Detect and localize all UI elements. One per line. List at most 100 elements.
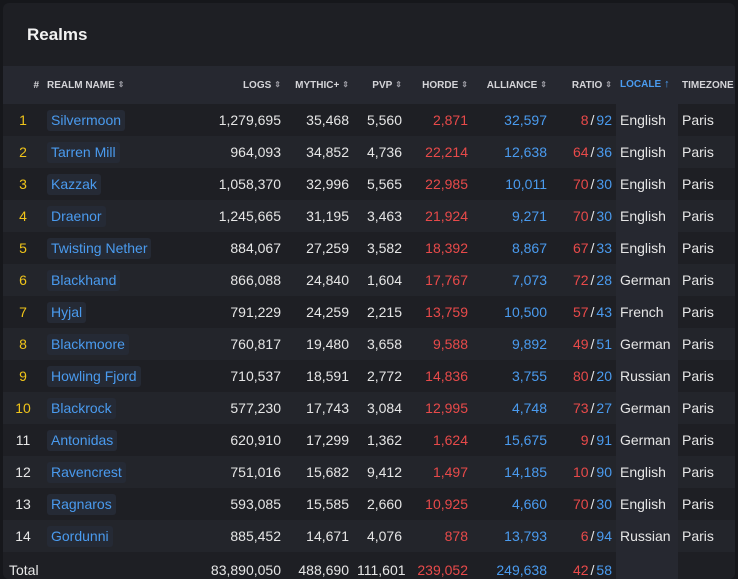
ratio-horde: 70 xyxy=(572,176,589,192)
ratio-alliance: 92 xyxy=(596,112,612,128)
realm-link[interactable]: Ragnaros xyxy=(47,493,116,515)
timezone-cell: Paris xyxy=(682,368,714,384)
realm-link[interactable]: Howling Fjord xyxy=(47,365,141,387)
realm-name-cell: Blackrock xyxy=(43,392,203,424)
locale-cell: English xyxy=(616,168,678,200)
timezone-cell: Paris xyxy=(682,176,714,192)
ratio-cell: 70/30 xyxy=(572,496,612,512)
pvp-cell: 1,604 xyxy=(366,272,402,288)
realm-link[interactable]: Ravencrest xyxy=(47,461,126,483)
ratio-horde: 8 xyxy=(580,112,589,128)
pvp-cell: 5,565 xyxy=(366,176,402,192)
realm-link[interactable]: Antonidas xyxy=(47,429,118,451)
ratio-cell: 6/94 xyxy=(580,528,612,544)
header-alliance[interactable]: ALLIANCE ⇕ xyxy=(472,66,551,104)
logs-cell: 1,279,695 xyxy=(218,112,281,128)
total-label: Total xyxy=(9,562,39,578)
ratio-horde: 6 xyxy=(580,528,589,544)
logs-cell: 866,088 xyxy=(230,272,281,288)
horde-cell: 14,836 xyxy=(425,368,468,384)
realm-link[interactable]: Blackrock xyxy=(47,397,116,419)
locale-cell: Russian xyxy=(616,360,678,392)
header-realm-name[interactable]: REALM NAME ⇕ xyxy=(43,66,203,104)
pvp-cell: 2,660 xyxy=(366,496,402,512)
alliance-cell: 9,271 xyxy=(511,208,547,224)
alliance-cell: 9,892 xyxy=(511,336,547,352)
header-rank[interactable]: # xyxy=(3,66,43,104)
realm-link[interactable]: Twisting Nether xyxy=(47,237,152,259)
mythic-cell: 24,259 xyxy=(306,304,349,320)
ratio-cell: 8/92 xyxy=(580,112,612,128)
locale-cell: English xyxy=(616,456,678,488)
ratio-alliance: 30 xyxy=(596,208,612,224)
table-row: 8 Blackmoore 760,817 19,480 3,658 9,588 9,892 4… xyxy=(3,328,735,360)
realm-link[interactable]: Blackhand xyxy=(47,269,121,291)
table-row: 10 Blackrock 577,230 17,743 3,084 12,995 4,748… xyxy=(3,392,735,424)
ratio-cell: 9/91 xyxy=(580,432,612,448)
header-logs[interactable]: LOGS ⇕ xyxy=(203,66,285,104)
ratio-cell: 70/30 xyxy=(572,208,612,224)
realm-name-cell: Antonidas xyxy=(43,424,203,456)
timezone-cell: Paris xyxy=(682,144,714,160)
logs-cell: 964,093 xyxy=(230,144,281,160)
total-logs: 83,890,050 xyxy=(210,562,281,578)
header-locale[interactable]: LOCALE ↑ xyxy=(616,66,678,104)
alliance-cell: 8,867 xyxy=(511,240,547,256)
mythic-cell: 15,585 xyxy=(306,496,349,512)
pvp-cell: 9,412 xyxy=(366,464,402,480)
total-row: Total 83,890,050 488,690 111,601 239,052… xyxy=(3,552,735,579)
alliance-cell: 32,597 xyxy=(504,112,547,128)
locale-cell: English xyxy=(616,104,678,136)
logs-cell: 620,910 xyxy=(230,432,281,448)
realm-link[interactable]: Kazzak xyxy=(47,173,101,195)
alliance-cell: 3,755 xyxy=(511,368,547,384)
rank-cell: 2 xyxy=(19,144,27,160)
total-mythic: 488,690 xyxy=(298,562,349,578)
locale-cell: German xyxy=(616,264,678,296)
realm-link[interactable]: Silvermoon xyxy=(47,109,126,131)
mythic-cell: 17,743 xyxy=(306,400,349,416)
locale-cell: German xyxy=(616,424,678,456)
mythic-cell: 19,480 xyxy=(306,336,349,352)
realm-name-cell: Blackmoore xyxy=(43,328,203,360)
ratio-horde: 64 xyxy=(572,144,589,160)
rank-cell: 5 xyxy=(19,240,27,256)
ratio-horde: 70 xyxy=(572,208,589,224)
header-timezone[interactable]: TIMEZONE⇕ xyxy=(678,66,735,104)
sort-icon: ⇕ xyxy=(395,79,402,89)
mythic-cell: 17,299 xyxy=(306,432,349,448)
pvp-cell: 1,362 xyxy=(366,432,402,448)
alliance-cell: 10,011 xyxy=(505,176,547,192)
realm-link[interactable]: Gordunni xyxy=(47,525,113,547)
locale-cell: German xyxy=(616,392,678,424)
realm-link[interactable]: Draenor xyxy=(47,205,106,227)
horde-cell: 878 xyxy=(444,528,468,544)
logs-cell: 884,067 xyxy=(230,240,281,256)
realm-link[interactable]: Hyjal xyxy=(47,301,87,323)
ratio-alliance: 43 xyxy=(596,304,612,320)
ratio-horde: 67 xyxy=(572,240,589,256)
alliance-cell: 15,675 xyxy=(504,432,547,448)
horde-cell: 10,925 xyxy=(425,496,468,512)
rank-cell: 4 xyxy=(19,208,27,224)
realm-link[interactable]: Blackmoore xyxy=(47,333,129,355)
rank-cell: 7 xyxy=(19,304,27,320)
timezone-cell: Paris xyxy=(682,496,714,512)
mythic-cell: 27,259 xyxy=(306,240,349,256)
header-mythic[interactable]: MYTHIC+ ⇕ xyxy=(285,66,353,104)
ratio-cell: 49/51 xyxy=(572,336,612,352)
mythic-cell: 31,195 xyxy=(306,208,349,224)
sort-icon: ⇕ xyxy=(342,79,349,89)
realm-link[interactable]: Tarren Mill xyxy=(47,141,120,163)
header-ratio[interactable]: RATIO ⇕ xyxy=(551,66,616,104)
ratio-alliance: 30 xyxy=(596,176,612,192)
header-pvp[interactable]: PVP ⇕ xyxy=(353,66,406,104)
sort-icon: ⇕ xyxy=(540,79,547,89)
mythic-cell: 35,468 xyxy=(306,112,349,128)
header-horde[interactable]: HORDE ⇕ xyxy=(406,66,472,104)
locale-cell: English xyxy=(616,488,678,520)
logs-cell: 791,229 xyxy=(230,304,281,320)
rank-cell: 11 xyxy=(15,432,31,448)
horde-cell: 22,985 xyxy=(425,176,468,192)
ratio-horde: 72 xyxy=(572,272,589,288)
